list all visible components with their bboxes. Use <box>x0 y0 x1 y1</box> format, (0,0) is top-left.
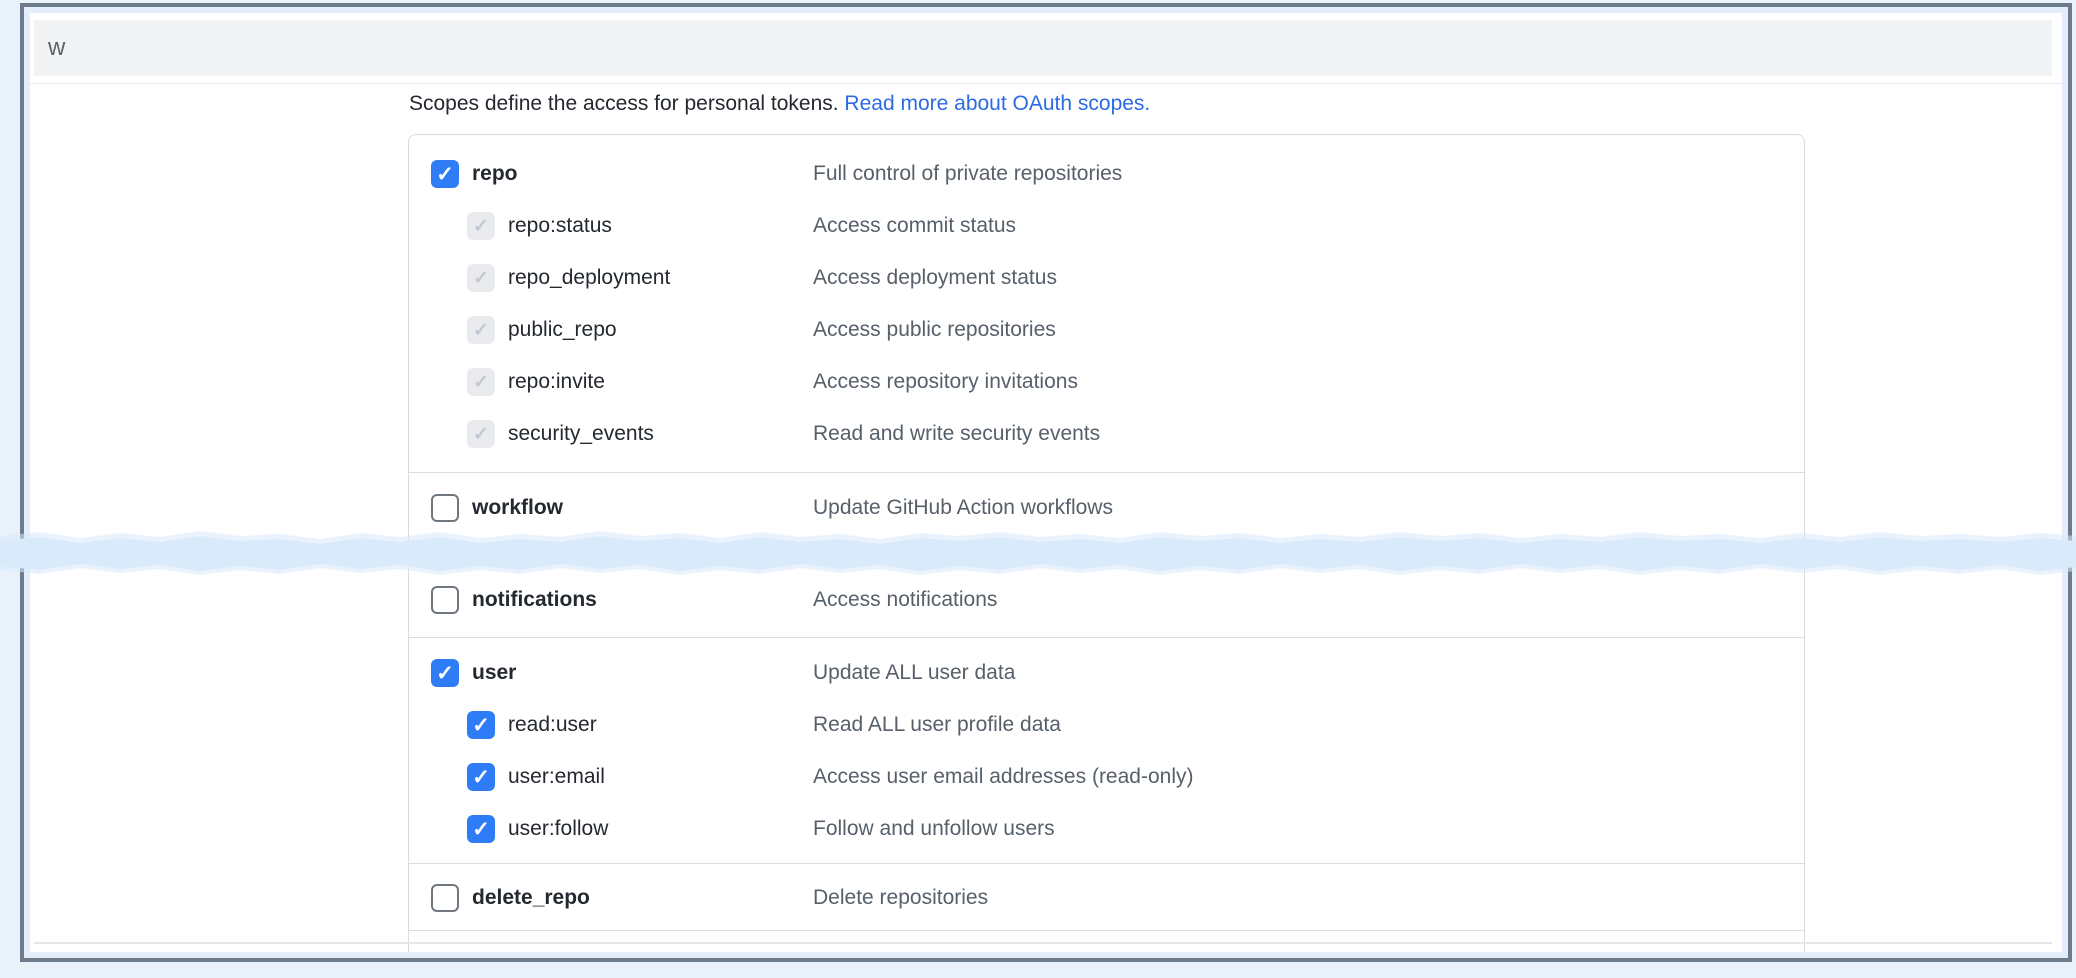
scope-row-repo: ✓ repo Full control of private repositorie… <box>409 148 1804 200</box>
check-icon: ✓ <box>436 663 454 684</box>
scope-label: security_events <box>508 422 654 446</box>
checkbox-user:email[interactable]: ✓ <box>467 763 495 791</box>
scope-row-delete_repo: delete_repo Delete repositories <box>409 872 1804 924</box>
scope-label: repo_deployment <box>508 266 670 290</box>
scope-row-user:follow: ✓ user:follow Follow and unfollow users <box>409 803 1804 855</box>
checkbox-workflow[interactable] <box>431 494 459 522</box>
scope-group-notifications: notifications Access notifications <box>409 574 1804 637</box>
scope-label[interactable]: repo <box>472 162 518 186</box>
scope-description: Access commit status <box>813 214 1016 238</box>
check-icon: ✓ <box>473 373 489 392</box>
checkbox-repo:invite: ✓ <box>467 368 495 396</box>
check-icon: ✓ <box>473 321 489 340</box>
checkbox-user:follow[interactable]: ✓ <box>467 815 495 843</box>
scopes-intro-text: Scopes define the access for personal to… <box>409 92 844 115</box>
check-icon: ✓ <box>472 767 490 788</box>
page-content: Scopes define the access for personal to… <box>30 13 2062 952</box>
torn-gap <box>409 534 1804 574</box>
scope-label[interactable]: workflow <box>472 496 563 520</box>
scope-description: Full control of private repositories <box>813 162 1122 186</box>
scope-label: repo:status <box>508 214 612 238</box>
scope-description: Access user email addresses (read-only) <box>813 765 1193 789</box>
check-icon: ✓ <box>473 217 489 236</box>
checkbox-security_events: ✓ <box>467 420 495 448</box>
scope-label: repo:invite <box>508 370 605 394</box>
note-input[interactable] <box>34 20 2052 76</box>
scope-group-user: ✓ user Update ALL user data ✓ read:user Read … <box>409 637 1804 863</box>
checkbox-repo_deployment: ✓ <box>467 264 495 292</box>
scopes-list: ✓ repo Full control of private repositorie… <box>408 134 1805 952</box>
scope-description: Read and write security events <box>813 422 1100 446</box>
scope-row-notifications: notifications Access notifications <box>409 574 1804 626</box>
scope-row-security_events: ✓ security_events Read and write security … <box>409 408 1804 460</box>
checkbox-repo:status: ✓ <box>467 212 495 240</box>
check-icon: ✓ <box>472 819 490 840</box>
check-icon: ✓ <box>473 425 489 444</box>
scope-row-repo:invite: ✓ repo:invite Access repository invitation… <box>409 356 1804 408</box>
check-icon: ✓ <box>436 164 454 185</box>
check-icon: ✓ <box>472 715 490 736</box>
scope-row-user: ✓ user Update ALL user data <box>409 647 1804 699</box>
scope-description: Access public repositories <box>813 318 1056 342</box>
checkbox-read:user[interactable]: ✓ <box>467 711 495 739</box>
scope-label[interactable]: user:follow <box>508 817 608 841</box>
scope-description: Access repository invitations <box>813 370 1078 394</box>
scope-description: Access deployment status <box>813 266 1057 290</box>
scope-row-read:user: ✓ read:user Read ALL user profile data <box>409 699 1804 751</box>
scope-label[interactable]: notifications <box>472 588 597 612</box>
scope-label[interactable]: delete_repo <box>472 886 590 910</box>
checkbox-user[interactable]: ✓ <box>431 659 459 687</box>
scope-label[interactable]: user:email <box>508 765 605 789</box>
cut-off-row-divider <box>409 930 1804 952</box>
section-bottom-divider <box>34 942 2052 944</box>
scope-row-workflow: workflow Update GitHub Action workflows <box>409 482 1804 534</box>
checkbox-repo[interactable]: ✓ <box>431 160 459 188</box>
scope-description: Access notifications <box>813 588 997 612</box>
scope-description: Read ALL user profile data <box>813 713 1061 737</box>
check-icon: ✓ <box>473 269 489 288</box>
scope-label[interactable]: user <box>472 661 516 685</box>
scopes-intro: Scopes define the access for personal to… <box>409 90 2062 118</box>
scope-group-repo: ✓ repo Full control of private repositorie… <box>409 135 1804 472</box>
scope-group-workflow: workflow Update GitHub Action workflows <box>409 472 1804 534</box>
scope-group-delete_repo: delete_repo Delete repositories <box>409 863 1804 930</box>
scope-row-repo_deployment: ✓ repo_deployment Access deployment status <box>409 252 1804 304</box>
oauth-scopes-link[interactable]: Read more about OAuth scopes. <box>844 92 1150 115</box>
scope-label: public_repo <box>508 318 617 342</box>
scope-description: Update GitHub Action workflows <box>813 496 1113 520</box>
checkbox-public_repo: ✓ <box>467 316 495 344</box>
scopes-section: Scopes define the access for personal to… <box>30 84 2062 952</box>
scope-row-public_repo: ✓ public_repo Access public repositories <box>409 304 1804 356</box>
scope-description: Update ALL user data <box>813 661 1015 685</box>
scope-row-repo:status: ✓ repo:status Access commit status <box>409 200 1804 252</box>
checkbox-delete_repo[interactable] <box>431 884 459 912</box>
scope-description: Delete repositories <box>813 886 988 910</box>
scope-description: Follow and unfollow users <box>813 817 1055 841</box>
scope-label[interactable]: read:user <box>508 713 597 737</box>
window-frame: Scopes define the access for personal to… <box>20 3 2072 962</box>
scope-row-user:email: ✓ user:email Access user email addresses (… <box>409 751 1804 803</box>
checkbox-notifications[interactable] <box>431 586 459 614</box>
